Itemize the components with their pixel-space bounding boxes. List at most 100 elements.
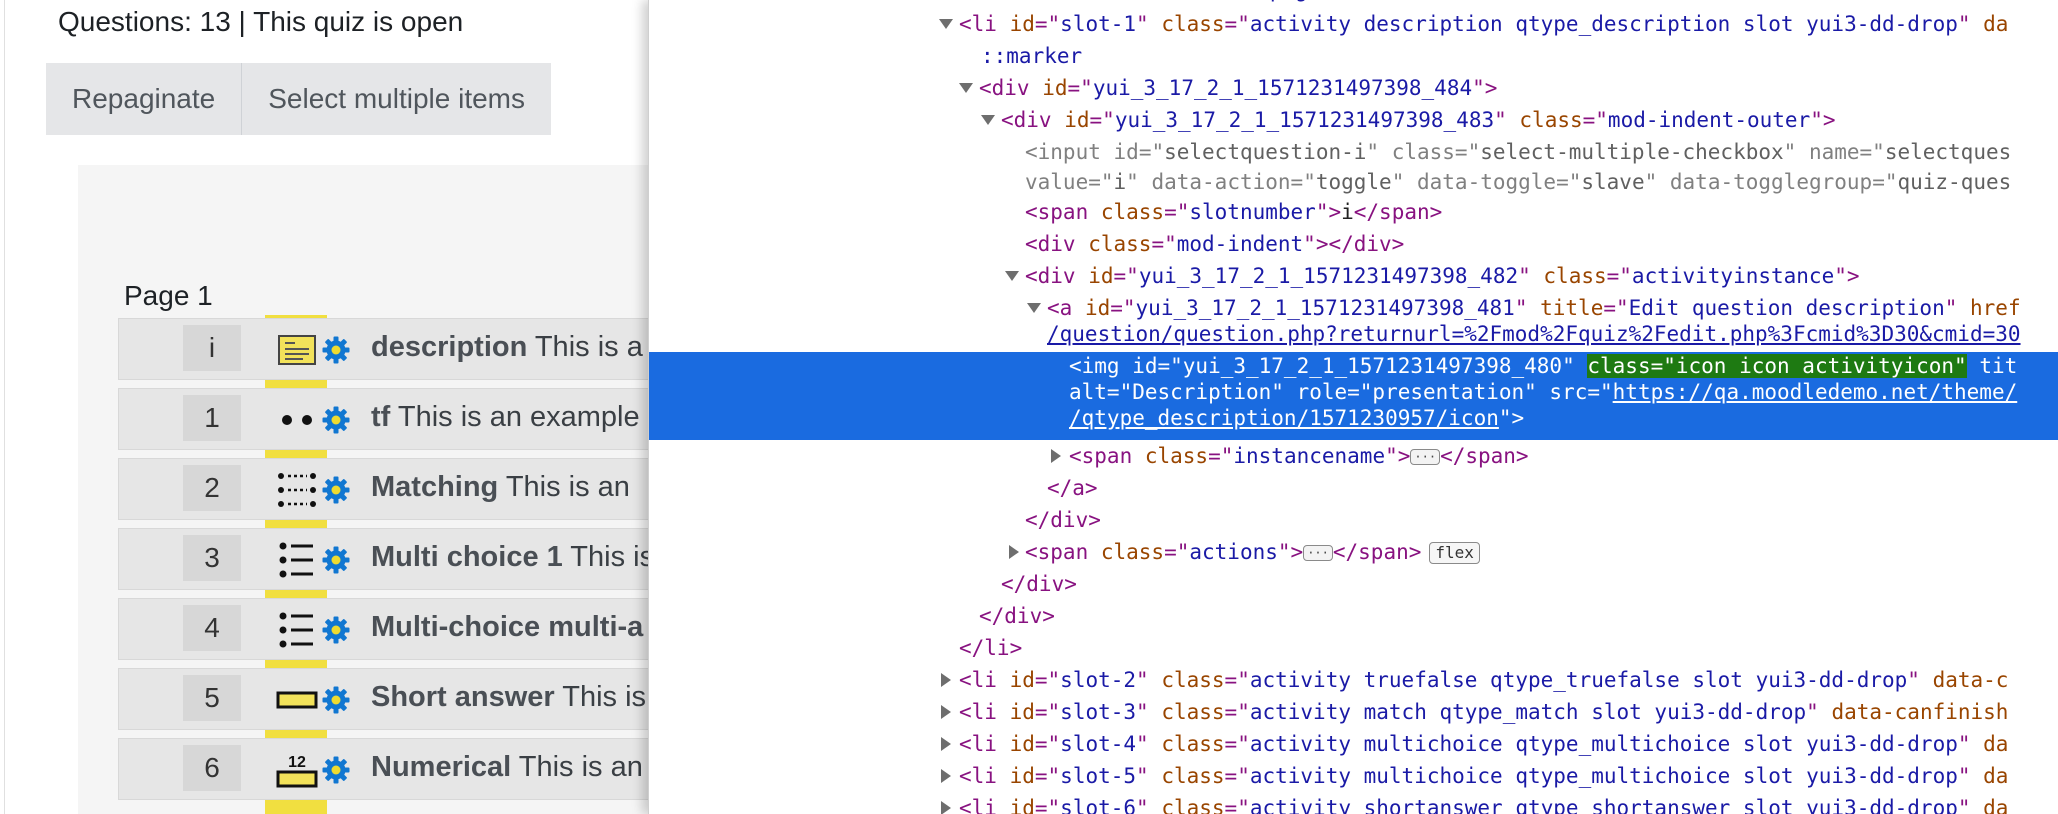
dom-node-line[interactable]: <li id="slot-3" class="activity match qt… <box>959 696 2008 728</box>
question-row[interactable]: i description This is a <box>118 318 660 380</box>
question-title[interactable]: description This is a <box>371 331 643 364</box>
gear-icon[interactable] <box>321 405 351 435</box>
code-token: activity shortanswer qtype_shortanswer s… <box>1249 796 1958 814</box>
select-multiple-items-button[interactable]: Select multiple items <box>242 63 551 135</box>
dom-node-line[interactable]: <div id="yui_3_17_2_1_1571231497398_484"… <box>979 72 1497 104</box>
dom-node-line[interactable]: </div> <box>1025 504 1101 536</box>
expand-triangle-closed-icon[interactable] <box>1051 449 1061 463</box>
flex-badge[interactable]: flex <box>1429 542 1480 564</box>
expand-triangle-closed-icon[interactable] <box>941 801 951 814</box>
code-token: <li <box>959 796 1010 814</box>
question-row[interactable]: 6 12 Numerical This is an <box>118 738 660 800</box>
code-token: id <box>1042 76 1068 100</box>
code-token: <input <box>1025 140 1114 164</box>
code-token: " <box>1907 668 1933 692</box>
expand-triangle-closed-icon[interactable] <box>941 769 951 783</box>
collapsed-content-ellipsis[interactable]: ··· <box>1303 545 1333 561</box>
expand-triangle-closed-icon[interactable] <box>941 705 951 719</box>
code-token: ::marker <box>981 44 1083 68</box>
expand-triangle-open-icon[interactable] <box>959 83 973 93</box>
gear-icon[interactable] <box>321 685 351 715</box>
code-token: "></div> <box>1303 232 1405 256</box>
gear-icon[interactable] <box>321 545 351 575</box>
code-token: id <box>1030 0 1055 2</box>
dom-node-line[interactable]: <span class="instancename"> ··· </span> <box>1069 440 1529 472</box>
truefalse-icon <box>275 398 319 442</box>
dom-node-line[interactable]: <span class="slotnumber">i</span> <box>1025 196 1442 228</box>
question-row[interactable]: 2 Matching This is an <box>118 458 660 520</box>
code-token: slot-0 <box>1080 0 1156 2</box>
gear-icon[interactable] <box>321 615 351 645</box>
expand-triangle-closed-icon[interactable] <box>941 737 951 751</box>
expand-triangle-open-icon[interactable] <box>939 19 953 29</box>
code-token: activity description qtype_description s… <box>1249 12 1958 36</box>
dom-node-line[interactable]: /question/question.php?returnurl=%2Fmod%… <box>1047 318 2021 350</box>
expand-triangle-open-icon[interactable] <box>981 115 995 125</box>
code-token: slot-3 <box>1060 700 1137 724</box>
question-name: tf <box>371 401 391 433</box>
dom-node-line[interactable]: <li id="slot-6" class="activity shortans… <box>959 792 2008 814</box>
question-title[interactable]: Short answer This is <box>371 681 646 714</box>
code-token: " <box>1957 12 1984 36</box>
dom-node-line[interactable]: <div class="mod-indent"></div> <box>1025 228 1404 260</box>
dom-node-line[interactable]: value="i" data-action="toggle" data-togg… <box>1025 166 2011 198</box>
code-token: da <box>1983 732 2009 756</box>
attribute-link[interactable]: /question/question.php?returnurl=%2Fmod%… <box>1047 322 2021 346</box>
gear-icon[interactable] <box>321 755 351 785</box>
question-row[interactable]: 1 tf This is an example <box>118 388 660 450</box>
code-token: id <box>1009 732 1035 756</box>
dom-node-line[interactable]: <div id="yui_3_17_2_1_1571231497398_482"… <box>1025 260 1860 292</box>
question-title[interactable]: Multi-choice multi-a <box>371 611 643 644</box>
expand-triangle-closed-icon[interactable] <box>1009 545 1019 559</box>
dom-node-line[interactable]: <input id="selectquestion-i" class="sele… <box>1025 136 2011 168</box>
expand-triangle-open-icon[interactable] <box>1027 303 1041 313</box>
code-token: " <box>1957 732 1984 756</box>
question-row[interactable]: 4 Multi-choice multi-a <box>118 598 660 660</box>
attribute-link[interactable]: https://qa.moodledemo.net/theme/ <box>1613 380 2018 404</box>
code-token: =" <box>1208 444 1234 468</box>
dom-node-line[interactable]: </a> <box>1047 472 1098 504</box>
code-token: data-canfinish <box>1831 700 2009 724</box>
question-title[interactable]: tf This is an example <box>371 401 640 434</box>
expand-triangle-open-icon[interactable] <box>1005 271 1019 281</box>
dom-node-line[interactable]: <li id="slot-4" class="activity multicho… <box>959 728 2008 760</box>
attribute-link[interactable]: /qtype_description/1571230957/icon <box>1069 406 1499 430</box>
code-token: =" <box>1224 796 1250 814</box>
dom-node-line[interactable]: <li id="slot-2" class="activity truefals… <box>959 664 2008 696</box>
dom-node-line[interactable]: <li id="slot-5" class="activity multicho… <box>959 760 2008 792</box>
code-token: href <box>1970 296 2021 320</box>
question-name: Numerical <box>371 751 512 783</box>
gear-icon[interactable] <box>321 475 351 505</box>
dom-node-line[interactable]: </li> <box>959 632 1022 664</box>
question-text-preview: This is an example <box>390 401 640 433</box>
dom-node-line[interactable]: </div> <box>979 600 1055 632</box>
code-token: "> <box>1320 0 1345 2</box>
code-token: =" <box>1603 296 1629 320</box>
expand-triangle-closed-icon[interactable] <box>941 673 951 687</box>
code-token: =" <box>1859 140 1885 164</box>
selected-dom-node-line[interactable]: /qtype_description/1571230957/icon"> <box>1069 402 1524 434</box>
code-token: =" <box>1055 0 1080 2</box>
dom-node-line[interactable]: <div id="yui_3_17_2_1_1571231497398_483"… <box>1001 104 1836 136</box>
dom-node-line[interactable]: <span class="actions"> ··· </span> flex <box>1025 536 1480 568</box>
dom-node-line[interactable]: <li id="slot-1" class="activity descript… <box>959 8 2008 40</box>
code-token: id <box>1009 12 1035 36</box>
slot-number: 3 <box>183 535 241 581</box>
collapsed-content-ellipsis[interactable]: ··· <box>1410 449 1441 465</box>
code-token: =" <box>1872 170 1898 194</box>
question-title[interactable]: Multi choice 1 This is <box>371 541 654 574</box>
question-title[interactable]: Numerical This is an <box>371 751 643 784</box>
code-token: =" <box>1088 170 1114 194</box>
code-token: <li <box>959 700 1010 724</box>
dom-node-line[interactable]: ::marker <box>981 40 1082 72</box>
dom-node-line[interactable]: </div> <box>1001 568 1077 600</box>
question-row[interactable]: 3 Multi choice 1 This is <box>118 528 660 590</box>
code-token: " <box>1136 764 1162 788</box>
slot-number: 2 <box>183 465 241 511</box>
question-row[interactable]: 5 Short answer This is <box>118 668 660 730</box>
repaginate-button[interactable]: Repaginate <box>46 63 243 135</box>
code-token: id <box>1009 796 1035 814</box>
question-title[interactable]: Matching This is an <box>371 471 630 504</box>
gear-icon[interactable] <box>321 335 351 365</box>
code-token: activity match qtype_match slot yui3-dd-… <box>1249 700 1807 724</box>
